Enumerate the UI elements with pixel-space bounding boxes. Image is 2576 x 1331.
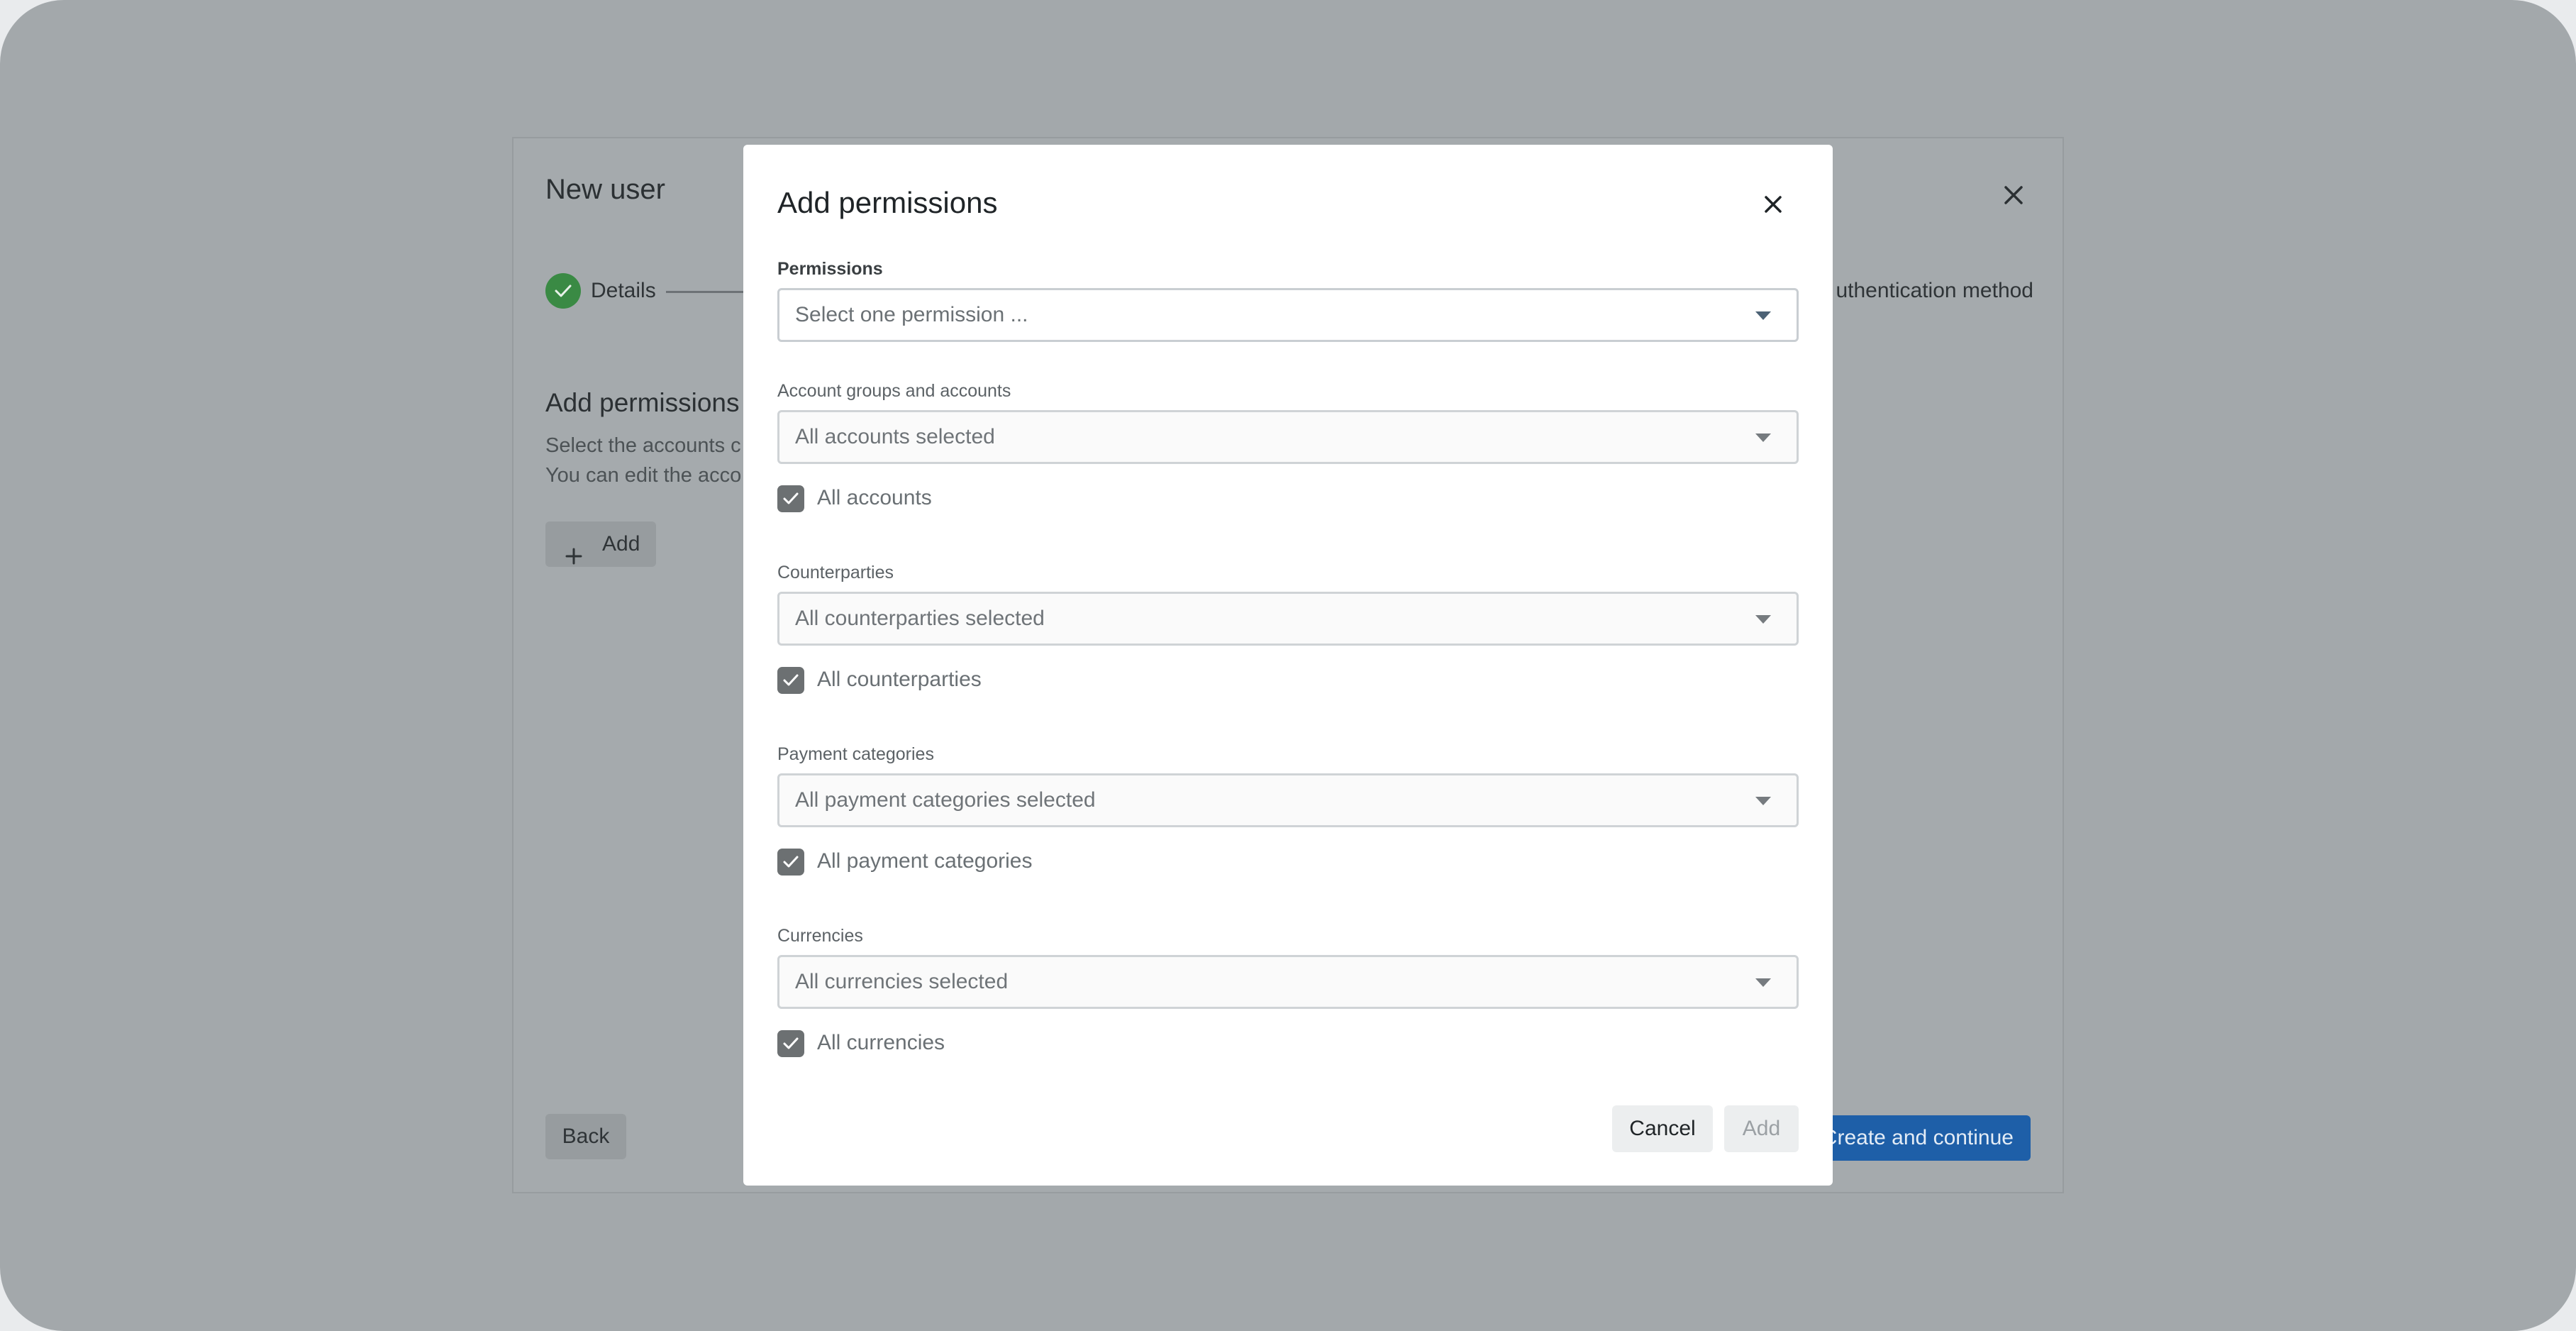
payment-categories-label: Payment categories <box>777 744 934 764</box>
account-groups-field: Account groups and accounts All accounts… <box>777 379 1799 512</box>
step-connector <box>666 291 751 293</box>
currencies-field: Currencies All currencies selected All c… <box>777 924 1799 1057</box>
caret-down-icon <box>1755 311 1771 320</box>
back-button[interactable]: Back <box>545 1114 626 1159</box>
section-title: Add permissions <box>545 388 740 417</box>
add-permissions-modal: Add permissions Permissions Select one p… <box>743 145 1833 1186</box>
account-groups-select[interactable]: All accounts selected <box>777 410 1799 464</box>
checkbox-checked-icon[interactable] <box>777 849 804 876</box>
all-payment-categories-checkbox-row[interactable]: All payment categories <box>777 847 1799 876</box>
permissions-label: Permissions <box>777 259 883 279</box>
caret-down-icon <box>1755 615 1771 624</box>
all-accounts-checkbox-row[interactable]: All accounts <box>777 484 1799 512</box>
currencies-label: Currencies <box>777 926 863 946</box>
permissions-select[interactable]: Select one permission ... <box>777 288 1799 342</box>
all-currencies-checkbox-row[interactable]: All currencies <box>777 1029 1799 1057</box>
cancel-button[interactable]: Cancel <box>1612 1105 1713 1152</box>
permissions-field: Permissions Select one permission ... <box>777 257 1799 342</box>
modal-title: Add permissions <box>777 186 998 219</box>
step-details-label: Details <box>591 279 656 302</box>
screen-frame: New user Details uthentication method Ad… <box>0 0 2576 1331</box>
payment-categories-field: Payment categories All payment categorie… <box>777 742 1799 876</box>
counterparties-label: Counterparties <box>777 563 894 582</box>
caret-down-icon <box>1755 978 1771 987</box>
payment-categories-select[interactable]: All payment categories selected <box>777 773 1799 827</box>
close-icon[interactable] <box>1758 189 1789 220</box>
currencies-select[interactable]: All currencies selected <box>777 955 1799 1009</box>
add-permission-button[interactable]: Add <box>545 521 656 567</box>
caret-down-icon <box>1755 797 1771 805</box>
checkbox-checked-icon[interactable] <box>777 1030 804 1057</box>
counterparties-field: Counterparties All counterparties select… <box>777 560 1799 694</box>
add-button[interactable]: Add <box>1724 1105 1799 1152</box>
check-circle-icon <box>545 273 581 309</box>
account-groups-label: Account groups and accounts <box>777 381 1011 401</box>
wizard-title: New user <box>545 174 665 205</box>
counterparties-select[interactable]: All counterparties selected <box>777 592 1799 646</box>
checkbox-checked-icon[interactable] <box>777 485 804 512</box>
all-counterparties-checkbox-row[interactable]: All counterparties <box>777 666 1799 694</box>
section-description: Select the accounts c You can edit the a… <box>545 434 742 487</box>
caret-down-icon <box>1755 433 1771 442</box>
step-authentication-label: uthentication method <box>1836 279 2033 302</box>
close-icon[interactable] <box>1999 181 2028 209</box>
checkbox-checked-icon[interactable] <box>777 667 804 694</box>
plus-icon <box>565 536 582 581</box>
